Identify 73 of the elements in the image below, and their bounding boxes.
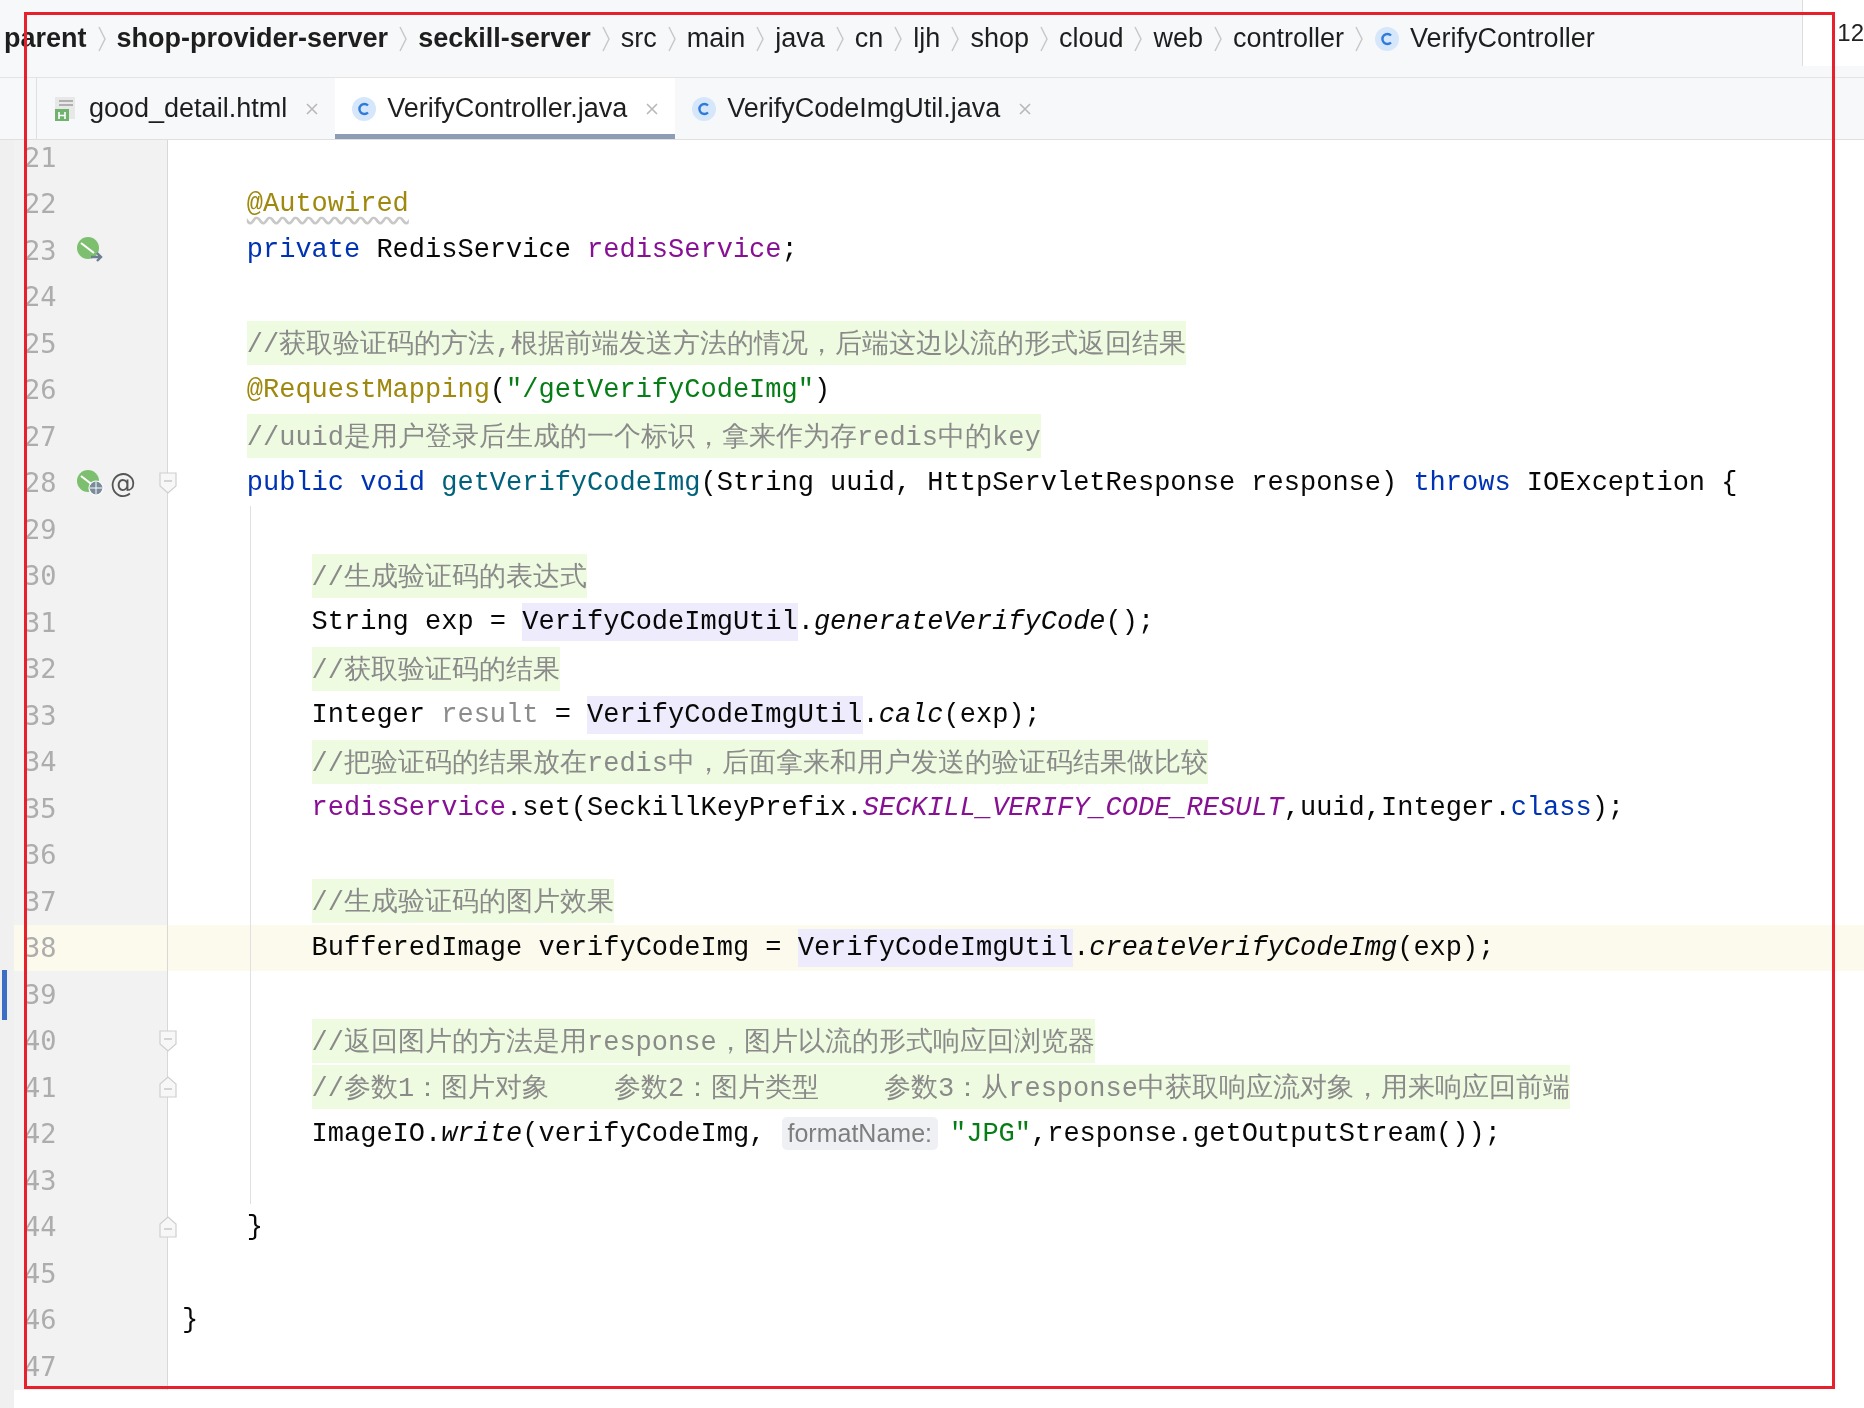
line-number: 24 bbox=[24, 281, 58, 313]
fold-icon[interactable] bbox=[159, 1076, 177, 1098]
breadcrumb-item[interactable]: seckill-server bbox=[418, 23, 591, 54]
close-icon[interactable] bbox=[1018, 101, 1033, 116]
breadcrumb-item[interactable]: shop bbox=[970, 23, 1029, 54]
editor-tab[interactable]: VerifyController.java bbox=[335, 78, 676, 139]
breadcrumb-item[interactable]: web bbox=[1153, 23, 1203, 54]
line-number: 43 bbox=[24, 1164, 58, 1196]
line-number: 29 bbox=[24, 513, 58, 545]
line-number: 45 bbox=[24, 1257, 58, 1289]
line-number: 22 bbox=[24, 188, 58, 220]
line-number: 35 bbox=[24, 792, 58, 824]
parameter-hint: formatName: bbox=[781, 1117, 938, 1151]
class-icon bbox=[351, 95, 378, 122]
line-number: 37 bbox=[24, 885, 58, 917]
breadcrumb-item[interactable]: src bbox=[620, 23, 657, 54]
breadcrumb-item[interactable]: main bbox=[686, 23, 746, 54]
code-comment: //把验证码的结果放在redis中，后面拿来和用户发送的验证码结果做比较 bbox=[311, 739, 1209, 784]
line-number: 27 bbox=[24, 420, 58, 452]
breadcrumb-item[interactable]: VerifyController bbox=[1410, 23, 1595, 54]
breadcrumb-item[interactable]: ljh bbox=[913, 23, 941, 54]
code-text: @RequestMapping("/getVerifyCodeImg") bbox=[246, 374, 831, 405]
breadcrumb-item[interactable]: cn bbox=[854, 23, 884, 54]
line-number: 25 bbox=[24, 327, 58, 359]
code-comment: //uuid是用户登录后生成的一个标识，拿来作为存redis中的key bbox=[246, 414, 1041, 459]
class-icon bbox=[1374, 25, 1401, 52]
code-comment: //生成验证码的图片效果 bbox=[311, 879, 614, 924]
breadcrumb-item[interactable]: cloud bbox=[1058, 23, 1124, 54]
line-number: 46 bbox=[24, 1304, 58, 1336]
line-number: 34 bbox=[24, 746, 58, 778]
code-text: @Autowired bbox=[246, 188, 409, 219]
line-number: 40 bbox=[24, 1025, 58, 1057]
line-number: 26 bbox=[24, 374, 58, 406]
fold-icon[interactable] bbox=[159, 471, 177, 494]
fold-icon[interactable] bbox=[159, 1029, 177, 1052]
breadcrumb-item[interactable]: java bbox=[775, 23, 825, 54]
code-text: } bbox=[246, 1211, 263, 1242]
breadcrumb-item[interactable]: controller bbox=[1233, 23, 1345, 54]
close-icon[interactable] bbox=[305, 101, 320, 116]
code-text: private RedisService redisService; bbox=[246, 235, 798, 266]
line-number: 44 bbox=[24, 1211, 58, 1243]
line-number: 47 bbox=[24, 1350, 58, 1382]
code-comment: //生成验证码的表达式 bbox=[311, 553, 587, 598]
code-comment: //获取验证码的方法,根据前端发送方法的情况，后端这边以流的形式返回结果 bbox=[246, 321, 1187, 366]
code-text: "JPG",response.getOutputStream()); bbox=[950, 1118, 1501, 1149]
line-number: 21 bbox=[24, 141, 58, 173]
line-number: 41 bbox=[24, 1071, 58, 1103]
line-number: 30 bbox=[24, 560, 58, 592]
line-number: 31 bbox=[24, 606, 58, 638]
editor-tab[interactable]: good_detail.html bbox=[37, 78, 336, 139]
close-icon[interactable] bbox=[645, 101, 660, 116]
code-text: public void getVerifyCodeImg(String uuid, HttpServletResponse response) throws IOException { bbox=[246, 467, 1738, 498]
line-number: 36 bbox=[24, 839, 58, 871]
gutter-marker[interactable]: @ bbox=[110, 467, 136, 498]
code-text: ImageIO.write(verifyCodeImg, bbox=[311, 1118, 767, 1149]
line-number: 32 bbox=[24, 653, 58, 685]
code-text: } bbox=[182, 1304, 199, 1335]
fold-icon[interactable] bbox=[159, 1215, 177, 1238]
code-comment: //获取验证码的结果 bbox=[311, 646, 560, 691]
line-number: 33 bbox=[24, 699, 58, 731]
side-label: 12 bbox=[1802, 0, 1864, 66]
code-comment: //参数1：图片对象 参数2：图片类型 参数3：从response中获取响应流对象，用来响应回前端 bbox=[311, 1065, 1570, 1110]
line-number: 39 bbox=[24, 978, 58, 1010]
line-number: 38 bbox=[24, 932, 58, 964]
globe-badge-icon[interactable] bbox=[76, 468, 106, 497]
code-comment: //返回图片的方法是用response，图片以流的形式响应回浏览器 bbox=[311, 1018, 1095, 1063]
code-text: redisService.set(SeckillKeyPrefix.SECKILL_VERIFY_CODE_RESULT,uuid,Integer.class); bbox=[311, 793, 1625, 824]
breadcrumb-item[interactable]: shop-provider-server bbox=[116, 23, 389, 54]
editor-tab[interactable]: VerifyCodeImgUtil.java bbox=[675, 78, 1049, 139]
line-number: 23 bbox=[24, 234, 58, 266]
line-number: 42 bbox=[24, 1118, 58, 1150]
class-icon bbox=[691, 95, 718, 122]
line-number: 28 bbox=[24, 467, 58, 499]
